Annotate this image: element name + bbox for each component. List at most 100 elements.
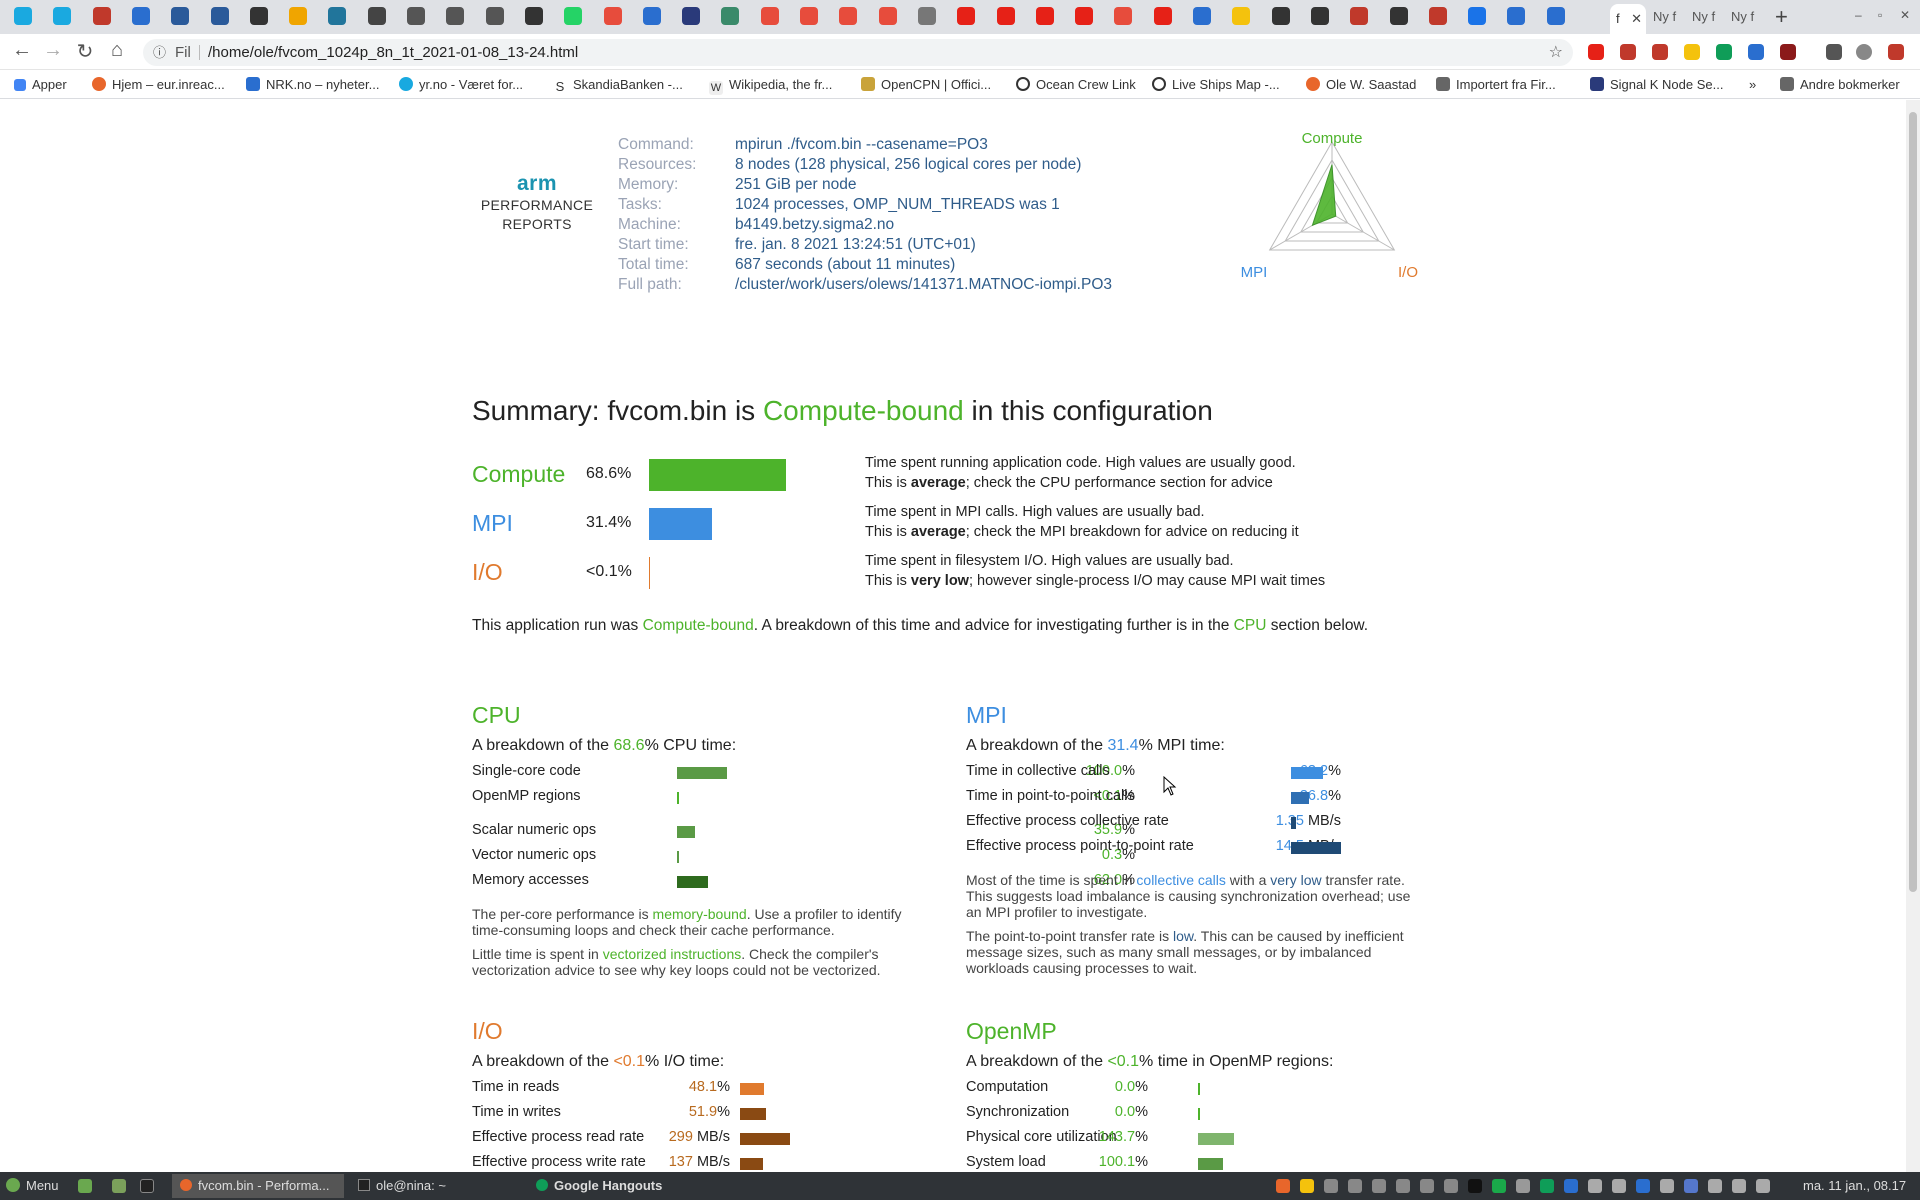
tray-icon[interactable]: [1420, 1179, 1434, 1193]
pinned-tab-favicon[interactable]: [485, 7, 504, 25]
bookmark-item[interactable]: OpenCPN | Offici...: [861, 77, 991, 92]
pinned-tab-favicon[interactable]: [564, 7, 583, 25]
extension-icon[interactable]: [1588, 44, 1604, 60]
bookmark-item[interactable]: Signal K Node Se...: [1590, 77, 1723, 92]
pinned-tab-favicon[interactable]: [524, 7, 543, 25]
pinned-tab-favicon[interactable]: [1546, 7, 1565, 25]
pinned-tab-favicon[interactable]: [721, 7, 740, 25]
tray-icon[interactable]: [1684, 1179, 1698, 1193]
files-icon[interactable]: [112, 1179, 126, 1193]
scrollbar-thumb[interactable]: [1909, 112, 1917, 892]
menu-icon[interactable]: [1888, 44, 1904, 60]
extension-icon[interactable]: [1716, 44, 1732, 60]
tray-icon[interactable]: [1588, 1179, 1602, 1193]
pinned-tab-favicon[interactable]: [1428, 7, 1447, 25]
tray-icon[interactable]: [1564, 1179, 1578, 1193]
pinned-tab-favicon[interactable]: [210, 7, 229, 25]
pinned-tab-favicon[interactable]: [996, 7, 1015, 25]
tray-icon[interactable]: [1348, 1179, 1362, 1193]
clock[interactable]: ma. 11 jan., 08.17: [1803, 1178, 1906, 1193]
address-bar[interactable]: ⓘ Fil /home/ole/fvcom_1024p_8n_1t_2021-0…: [143, 39, 1573, 66]
bookmark-item[interactable]: yr.no - Været for...: [399, 77, 523, 92]
bookmark-item[interactable]: S SkandiaBanken -...: [553, 77, 683, 94]
tab-active[interactable]: f ✕: [1610, 4, 1646, 34]
pinned-tab-favicon[interactable]: [328, 7, 347, 25]
bookmark-item[interactable]: W Wikipedia, the fr...: [709, 77, 832, 95]
extension-icon[interactable]: [1620, 44, 1636, 60]
task-hangouts[interactable]: Google Hangouts: [528, 1174, 708, 1198]
pinned-tab-favicon[interactable]: [760, 7, 779, 25]
tray-icon[interactable]: [1732, 1179, 1746, 1193]
pinned-tab-favicon[interactable]: [446, 7, 465, 25]
tray-icon[interactable]: [1372, 1179, 1386, 1193]
reload-icon[interactable]: ↻: [72, 39, 98, 64]
back-icon[interactable]: ←: [9, 39, 35, 62]
tray-icon[interactable]: [1612, 1179, 1626, 1193]
pinned-tab-favicon[interactable]: [839, 7, 858, 25]
pinned-tab-favicon[interactable]: [1232, 7, 1251, 25]
tray-icon[interactable]: [1636, 1179, 1650, 1193]
pinned-tab-favicon[interactable]: [53, 7, 72, 25]
pinned-tab-favicon[interactable]: [878, 7, 897, 25]
pinned-tab-favicon[interactable]: [1310, 7, 1329, 25]
tray-icon[interactable]: [1396, 1179, 1410, 1193]
extension-icon[interactable]: [1748, 44, 1764, 60]
pinned-tab-favicon[interactable]: [642, 7, 661, 25]
close-tab-icon[interactable]: ✕: [1631, 4, 1642, 34]
tray-icon[interactable]: [1444, 1179, 1458, 1193]
media-control-icon[interactable]: [1826, 44, 1842, 60]
tray-icon[interactable]: [1708, 1179, 1722, 1193]
pinned-tab-favicon[interactable]: [249, 7, 268, 25]
pinned-tab-favicon[interactable]: [957, 7, 976, 25]
terminal-icon[interactable]: [140, 1179, 154, 1193]
maximize-icon[interactable]: ▫: [1878, 8, 1882, 22]
bookmark-item[interactable]: Live Ships Map -...: [1152, 77, 1280, 92]
pinned-tab-favicon[interactable]: [92, 7, 111, 25]
new-tab-button[interactable]: +: [1775, 4, 1788, 30]
pinned-tab-favicon[interactable]: [14, 7, 32, 25]
pinned-tab-favicon[interactable]: [1075, 7, 1094, 25]
tray-icon[interactable]: [1540, 1179, 1554, 1193]
extension-icon[interactable]: [1684, 44, 1700, 60]
forward-icon[interactable]: →: [40, 39, 66, 62]
pinned-tab-favicon[interactable]: [800, 7, 818, 25]
pinned-tab-favicon[interactable]: [917, 7, 936, 25]
bookmark-item[interactable]: NRK.no – nyheter...: [246, 77, 379, 92]
address-url[interactable]: /home/ole/fvcom_1024p_8n_1t_2021-01-08_1…: [208, 39, 578, 66]
minimize-icon[interactable]: –: [1855, 8, 1862, 22]
extension-icon[interactable]: [1780, 44, 1796, 60]
bookmark-apps[interactable]: Apper: [14, 77, 67, 92]
bookmark-item[interactable]: Ole W. Saastad: [1306, 77, 1416, 92]
bookmark-folder-other[interactable]: Andre bokmerker: [1780, 77, 1900, 92]
show-desktop-icon[interactable]: [78, 1179, 92, 1193]
tray-icon[interactable]: [1300, 1179, 1314, 1193]
tray-icon[interactable]: [1276, 1179, 1290, 1193]
pinned-tab-favicon[interactable]: [1389, 7, 1408, 25]
pinned-tab-favicon[interactable]: [1193, 7, 1211, 25]
menu-button[interactable]: Menu: [6, 1178, 59, 1193]
tray-icon[interactable]: [1756, 1179, 1770, 1193]
cpu-section-link[interactable]: CPU: [1234, 617, 1267, 634]
pinned-tab-favicon[interactable]: [367, 7, 386, 25]
pinned-tab-favicon[interactable]: [1114, 7, 1133, 25]
tray-icon[interactable]: [1492, 1179, 1506, 1193]
pinned-tab-favicon[interactable]: [131, 7, 150, 25]
pinned-tab-favicon[interactable]: [1271, 7, 1290, 25]
window-close-icon[interactable]: ✕: [1900, 8, 1910, 22]
bookmark-item[interactable]: Hjem – eur.inreac...: [92, 77, 225, 92]
tray-icon[interactable]: [1660, 1179, 1674, 1193]
tray-icon[interactable]: [1516, 1179, 1530, 1193]
pinned-tab-favicon[interactable]: [1350, 7, 1369, 25]
home-icon[interactable]: ⌂: [104, 39, 130, 62]
task-terminal[interactable]: ole@nina: ~: [350, 1174, 520, 1198]
avatar[interactable]: [1856, 44, 1872, 60]
pinned-tab-favicon[interactable]: [1153, 7, 1172, 25]
tab-new-2[interactable]: Ny f: [1692, 9, 1715, 24]
vertical-scrollbar[interactable]: [1906, 100, 1920, 1186]
task-browser[interactable]: fvcom.bin - Performa...: [172, 1174, 344, 1198]
tray-icon[interactable]: [1468, 1179, 1482, 1193]
tray-icon[interactable]: [1324, 1179, 1338, 1193]
bookmarks-overflow-icon[interactable]: »: [1749, 77, 1756, 92]
tab-new-3[interactable]: Ny f: [1731, 9, 1754, 24]
pinned-tab-favicon[interactable]: [1035, 7, 1054, 25]
